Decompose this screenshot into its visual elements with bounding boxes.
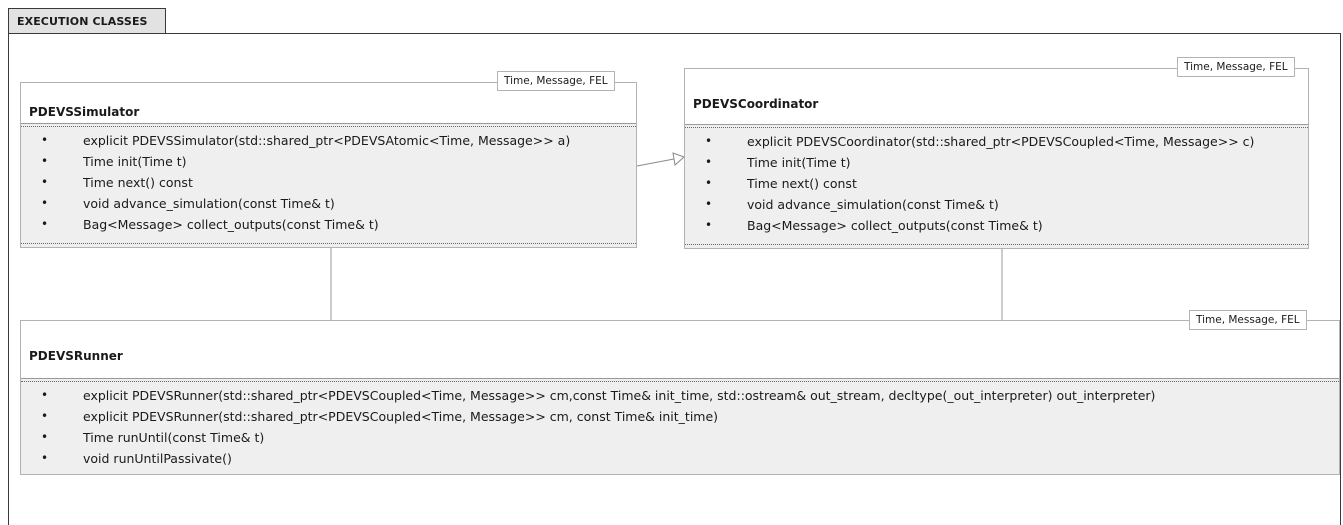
method-item: • void runUntilPassivate() bbox=[21, 448, 1339, 469]
bullet-icon: • bbox=[705, 218, 713, 232]
method-item: • explicit PDEVSSimulator(std::shared_ptr… bbox=[21, 130, 636, 151]
methods-compartment: • explicit PDEVSCoordinator(std::shared_p… bbox=[685, 124, 1308, 248]
bullet-icon: • bbox=[705, 176, 713, 190]
method-item: • void advance_simulation(const Time& t) bbox=[21, 193, 636, 214]
bullet-icon: • bbox=[705, 134, 713, 148]
method-item: • Time runUntil(const Time& t) bbox=[21, 427, 1339, 448]
methods-compartment: • explicit PDEVSSimulator(std::shared_ptr… bbox=[21, 123, 636, 247]
methods-compartment: • explicit PDEVSRunner(std::shared_ptr<PD… bbox=[21, 378, 1339, 474]
bullet-icon: • bbox=[41, 154, 49, 168]
method-item: • Time next() const bbox=[685, 173, 1308, 194]
generalization-line bbox=[636, 158, 675, 167]
method-item: • Time init(Time t) bbox=[21, 151, 636, 172]
method-item: • Bag<Message> collect_outputs(const Time… bbox=[21, 214, 636, 235]
template-params-coordinator: Time, Message, FEL bbox=[1177, 57, 1295, 77]
class-pdevs-simulator[interactable]: PDEVSSimulator • explicit PDEVSSimulator(… bbox=[20, 82, 637, 248]
bullet-icon: • bbox=[41, 196, 49, 210]
generalization-arrowhead bbox=[672, 152, 685, 166]
bullet-icon: • bbox=[41, 133, 49, 147]
method-item: • void advance_simulation(const Time& t) bbox=[685, 194, 1308, 215]
template-params-simulator: Time, Message, FEL bbox=[497, 71, 615, 91]
bullet-icon: • bbox=[705, 155, 713, 169]
bullet-icon: • bbox=[41, 430, 49, 444]
class-name: PDEVSRunner bbox=[29, 349, 123, 363]
class-name: PDEVSSimulator bbox=[29, 105, 140, 119]
class-pdevs-coordinator[interactable]: PDEVSCoordinator • explicit PDEVSCoordina… bbox=[684, 68, 1309, 249]
method-item: • explicit PDEVSCoordinator(std::shared_p… bbox=[685, 131, 1308, 152]
method-item: • Time init(Time t) bbox=[685, 152, 1308, 173]
class-name: PDEVSCoordinator bbox=[693, 97, 819, 111]
bullet-icon: • bbox=[41, 409, 49, 423]
class-pdevs-runner[interactable]: PDEVSRunner • explicit PDEVSRunner(std::s… bbox=[20, 320, 1340, 475]
bullet-icon: • bbox=[41, 175, 49, 189]
method-list: • explicit PDEVSSimulator(std::shared_ptr… bbox=[21, 130, 636, 235]
bullet-icon: • bbox=[41, 388, 49, 402]
method-item: • explicit PDEVSRunner(std::shared_ptr<PD… bbox=[21, 385, 1339, 406]
bullet-icon: • bbox=[41, 451, 49, 465]
method-item: • Bag<Message> collect_outputs(const Time… bbox=[685, 215, 1308, 236]
bullet-icon: • bbox=[41, 217, 49, 231]
method-list: • explicit PDEVSCoordinator(std::shared_p… bbox=[685, 131, 1308, 236]
method-item: • Time next() const bbox=[21, 172, 636, 193]
template-params-runner: Time, Message, FEL bbox=[1189, 310, 1307, 330]
method-list: • explicit PDEVSRunner(std::shared_ptr<PD… bbox=[21, 385, 1339, 469]
bullet-icon: • bbox=[705, 197, 713, 211]
method-item: • explicit PDEVSRunner(std::shared_ptr<PD… bbox=[21, 406, 1339, 427]
